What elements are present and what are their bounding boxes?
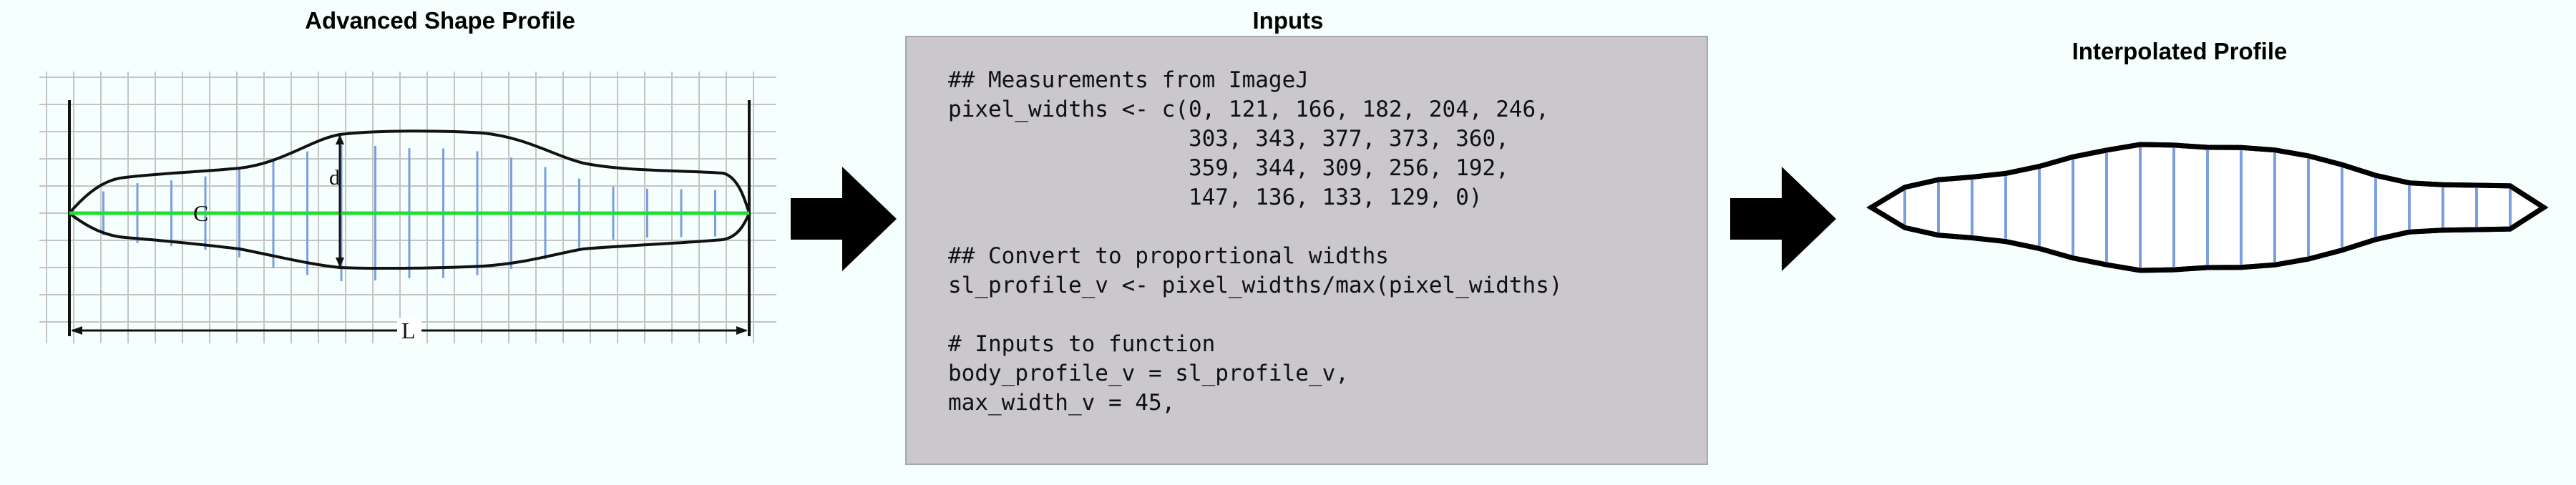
circumference-label: C xyxy=(193,200,208,226)
right-arrow-1 xyxy=(791,167,897,271)
interpolated-profile-figure xyxy=(1866,142,2549,273)
length-arrowhead-left xyxy=(71,326,82,335)
depth-label: d xyxy=(329,166,340,190)
interpolated-profile-title: Interpolated Profile xyxy=(2072,38,2288,64)
shape-profile-figure: d C L xyxy=(39,72,776,343)
inputs-code-text: ## Measurements from ImageJ pixel_widths… xyxy=(948,67,1563,416)
right-arrow-2 xyxy=(1730,167,1836,271)
advanced-shape-profile-title: Advanced Shape Profile xyxy=(305,7,575,34)
inputs-code-panel: ## Measurements from ImageJ pixel_widths… xyxy=(905,36,1708,465)
length-label: L xyxy=(401,318,416,343)
inputs-title: Inputs xyxy=(1252,7,1324,34)
grid-paper xyxy=(39,72,776,343)
length-arrowhead-right xyxy=(736,326,748,335)
